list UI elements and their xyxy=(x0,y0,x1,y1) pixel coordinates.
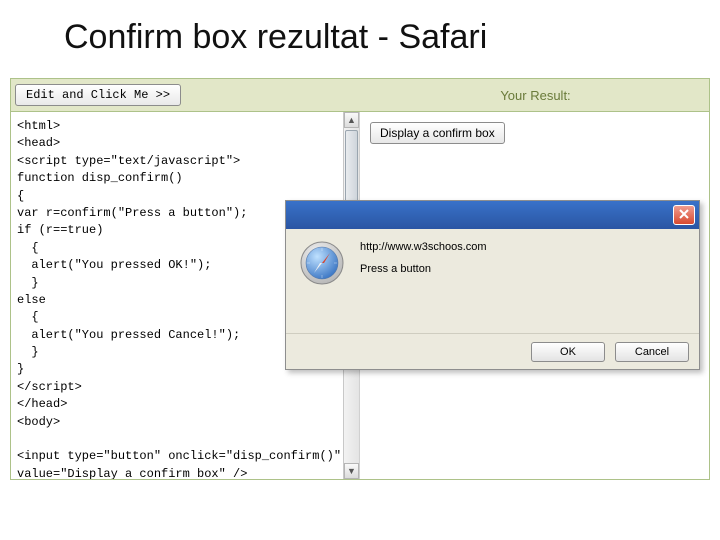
page-title: Confirm box rezultat - Safari xyxy=(0,0,720,69)
dialog-titlebar[interactable] xyxy=(286,201,699,229)
result-heading: Your Result: xyxy=(500,88,570,103)
topbar: Edit and Click Me >> Your Result: xyxy=(10,78,710,112)
ok-button[interactable]: OK xyxy=(531,342,605,362)
display-confirm-button[interactable]: Display a confirm box xyxy=(370,122,505,144)
edit-and-run-button[interactable]: Edit and Click Me >> xyxy=(15,84,181,106)
scroll-up-button[interactable]: ▲ xyxy=(344,112,359,128)
cancel-button[interactable]: Cancel xyxy=(615,342,689,362)
close-icon xyxy=(679,206,689,224)
scroll-down-button[interactable]: ▼ xyxy=(344,463,359,479)
confirm-dialog: http://www.w3schoos.com Press a button O… xyxy=(285,200,700,370)
safari-icon xyxy=(298,239,346,287)
dialog-message-text: Press a button xyxy=(360,263,487,275)
dialog-host-text: http://www.w3schoos.com xyxy=(360,241,487,253)
close-button[interactable] xyxy=(673,205,695,225)
